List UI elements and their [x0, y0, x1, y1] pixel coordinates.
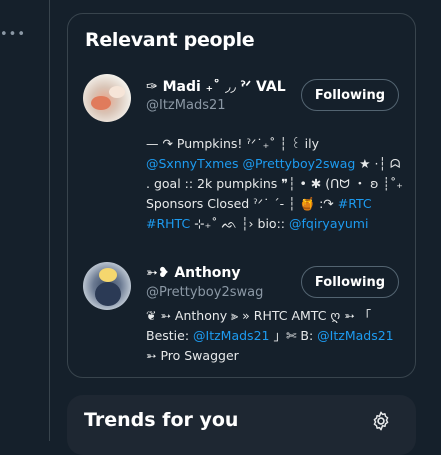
mention-link[interactable]: @fqiryayumi	[289, 216, 368, 231]
bio-text: ➳ Pro Swagger	[146, 348, 239, 363]
avatar[interactable]	[83, 74, 131, 122]
following-button[interactable]: Following	[301, 79, 399, 111]
trends-panel: Trends for you	[67, 395, 416, 455]
avatar[interactable]	[83, 262, 131, 310]
gear-icon[interactable]	[370, 410, 392, 432]
display-name[interactable]: ➳❥ Anthony	[146, 265, 241, 281]
user-handle[interactable]: @ItzMads21	[146, 98, 226, 113]
hashtag-link[interactable]: #RHTC	[146, 216, 190, 231]
user-bio: — ↷ Pumpkins! ˀᐟ˙₊˚ ┆ ꒰ ily @SxnnyTxmes …	[146, 134, 408, 254]
mention-link[interactable]: @ItzMads21	[317, 328, 393, 343]
column-divider	[49, 0, 50, 441]
panel-title: Relevant people	[85, 29, 255, 51]
mention-link[interactable]: @ItzMads21	[193, 328, 269, 343]
hashtag-link[interactable]: #RTC	[338, 196, 372, 211]
user-bio: ❦ ➳ Anthony ⫸ » RHTC AMTC ღ ➳ 「 Bestie: …	[146, 306, 408, 366]
following-button[interactable]: Following	[301, 266, 399, 298]
bio-text: 」✄ B:	[269, 328, 318, 343]
bio-text: ⊹₊˚ ᨒ ┆› bio::	[190, 216, 289, 231]
trends-title: Trends for you	[84, 409, 239, 431]
more-options-icon[interactable]: •••	[0, 28, 25, 41]
mention-link[interactable]: @SxnnyTxmes	[146, 156, 239, 171]
user-handle[interactable]: @Prettyboy2swag	[146, 285, 263, 300]
relevant-people-panel: Relevant people ✑ Madi ₊˚ ◞◞ ˀᐟ VAL @Itz…	[67, 13, 416, 378]
bio-text: — ↷ Pumpkins! ˀᐟ˙₊˚ ┆ ꒰ ily	[146, 136, 319, 151]
mention-link[interactable]: @Prettyboy2swag	[242, 156, 355, 171]
display-name[interactable]: ✑ Madi ₊˚ ◞◞ ˀᐟ VAL	[146, 79, 286, 95]
